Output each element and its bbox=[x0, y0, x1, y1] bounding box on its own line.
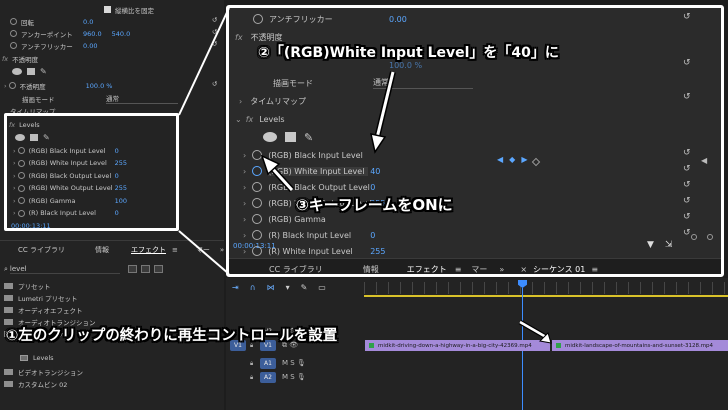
callout-step2: ②「(RGB)White Input Level」を「40」に bbox=[258, 45, 559, 61]
callout-step3: ③キーフレームをONに bbox=[296, 196, 453, 214]
connector-line bbox=[178, 7, 230, 116]
arrow-step3 bbox=[260, 154, 295, 193]
connector-line bbox=[178, 230, 230, 275]
callout-step1: ①左のクリップの終わりに再生コントロールを設置 bbox=[6, 328, 338, 344]
arrow-step1 bbox=[518, 319, 552, 344]
arrow-step2 bbox=[370, 71, 396, 154]
